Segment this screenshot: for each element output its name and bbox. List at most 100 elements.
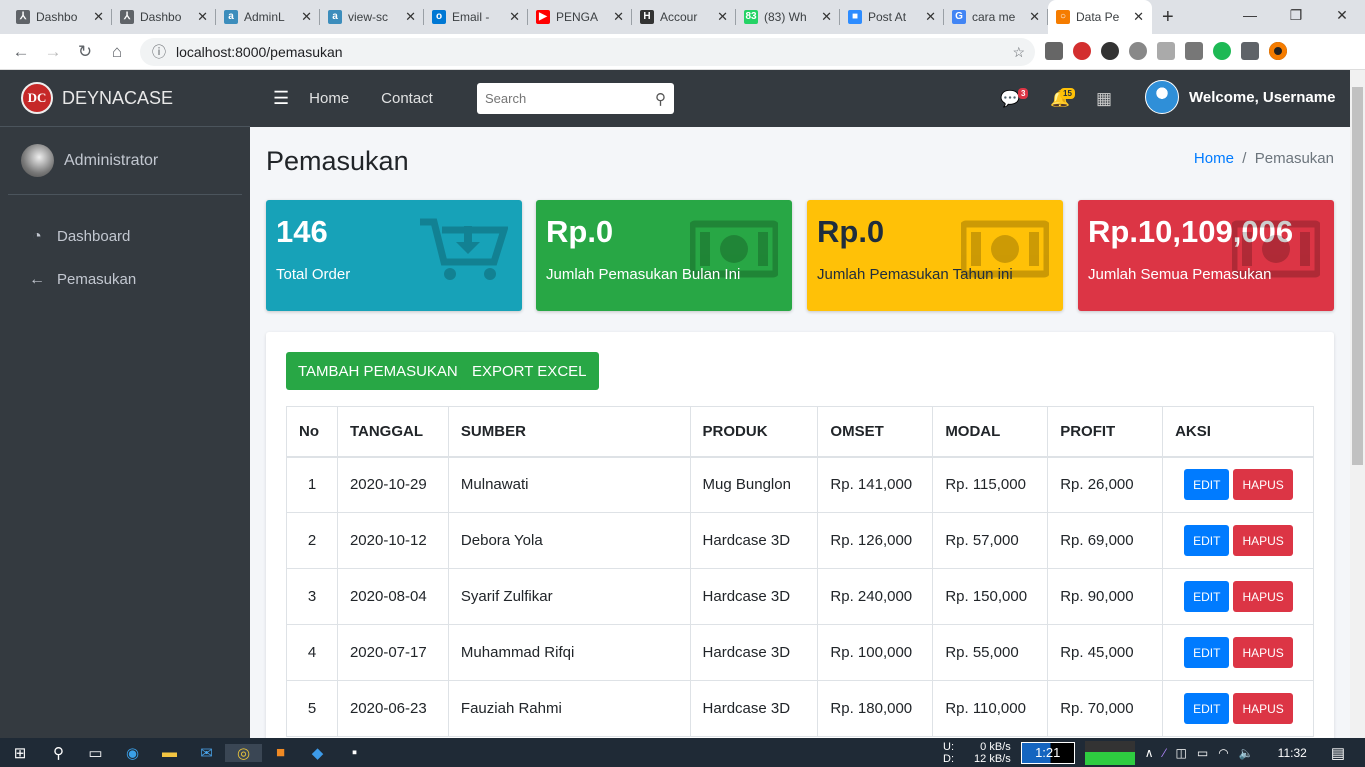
sidebar-item-pemasukan[interactable]: ← Pemasukan bbox=[0, 258, 250, 301]
table-row: 2 2020-10-12 Debora Yola Hardcase 3D Rp. 126… bbox=[286, 512, 1314, 569]
opera-icon[interactable] bbox=[1073, 42, 1091, 60]
brand-name: DEYNACASE bbox=[62, 87, 174, 108]
edit-button[interactable]: EDIT bbox=[1184, 637, 1230, 668]
tab-close-icon[interactable]: ✕ bbox=[925, 9, 936, 25]
tab-close-icon[interactable]: ✕ bbox=[1029, 9, 1040, 25]
image-extension-icon[interactable] bbox=[1185, 42, 1203, 60]
breadcrumb-home[interactable]: Home bbox=[1194, 150, 1234, 167]
browser-tab[interactable]: a AdminL ✕ bbox=[216, 0, 320, 34]
battery-icon[interactable]: ▭ bbox=[1197, 746, 1208, 760]
search-input[interactable] bbox=[485, 91, 635, 106]
user-panel[interactable]: Administrator bbox=[8, 127, 242, 195]
k-extension-icon[interactable] bbox=[1101, 42, 1119, 60]
close-window-button[interactable]: ✕ bbox=[1319, 0, 1365, 30]
messages-button[interactable]: 💬 3 bbox=[1000, 70, 1029, 127]
new-tab-button[interactable]: + bbox=[1162, 6, 1174, 29]
sublime-icon[interactable]: ■ bbox=[262, 744, 299, 761]
tab-close-icon[interactable]: ✕ bbox=[613, 9, 624, 25]
delete-button[interactable]: HAPUS bbox=[1233, 637, 1293, 668]
extension-icon[interactable] bbox=[1129, 42, 1147, 60]
tab-close-icon[interactable]: ✕ bbox=[93, 9, 104, 25]
address-bar: ← → ↻ ⌂ ⓘ localhost:8000/pemasukan ☆ bbox=[0, 34, 1365, 70]
table-cell: Hardcase 3D bbox=[689, 680, 819, 737]
notification-center-icon[interactable]: ▤ bbox=[1331, 744, 1345, 762]
url-field[interactable]: ⓘ localhost:8000/pemasukan ☆ bbox=[140, 38, 1035, 66]
windows-start-icon[interactable]: ⊞ bbox=[0, 744, 40, 762]
home-icon[interactable]: ⌂ bbox=[101, 42, 133, 62]
reload-icon[interactable]: ↻ bbox=[69, 42, 101, 62]
column-header: PRODUK bbox=[689, 406, 819, 458]
mail-icon[interactable]: ✉ bbox=[188, 744, 225, 762]
edit-button[interactable]: EDIT bbox=[1184, 469, 1230, 501]
tab-close-icon[interactable]: ✕ bbox=[301, 9, 312, 25]
apps-button[interactable]: ▦ bbox=[1096, 70, 1112, 127]
file-explorer-icon[interactable]: ▬ bbox=[151, 744, 188, 761]
browser-tab[interactable]: 83 (83) Wh ✕ bbox=[736, 0, 840, 34]
scrollbar-thumb[interactable] bbox=[1352, 87, 1363, 465]
table-cell: Muhammad Rifqi bbox=[447, 624, 691, 681]
delete-button[interactable]: HAPUS bbox=[1233, 581, 1293, 612]
sidebar-item-dashboard[interactable]: ◔ Dashboard bbox=[0, 215, 250, 258]
extension-icon[interactable] bbox=[1045, 42, 1063, 60]
delete-button[interactable]: HAPUS bbox=[1233, 525, 1293, 556]
nav-home-link[interactable]: Home bbox=[309, 90, 349, 107]
bookmark-star-icon[interactable]: ☆ bbox=[1012, 44, 1025, 61]
camera-icon[interactable]: ◫ bbox=[1176, 746, 1187, 760]
forward-icon[interactable]: → bbox=[37, 42, 69, 62]
cart-download-icon bbox=[420, 218, 508, 280]
breadcrumb: Home / Pemasukan bbox=[1193, 150, 1334, 167]
clock[interactable]: 11:32 bbox=[1278, 746, 1307, 760]
wifi-icon[interactable]: ◠ bbox=[1218, 746, 1228, 760]
add-income-button[interactable]: TAMBAH PEMASUKAN bbox=[286, 352, 470, 390]
task-view-icon[interactable]: ▭ bbox=[77, 744, 114, 762]
browser-tab[interactable]: a view-sc ✕ bbox=[320, 0, 424, 34]
tab-close-icon[interactable]: ✕ bbox=[509, 9, 520, 25]
volume-icon[interactable]: 🔈 bbox=[1239, 746, 1254, 760]
edge-icon[interactable]: ◉ bbox=[114, 744, 151, 762]
search-icon[interactable]: ⚲ bbox=[655, 90, 666, 108]
vscode-icon[interactable]: ◆ bbox=[299, 744, 336, 762]
search-icon[interactable]: ⚲ bbox=[40, 744, 77, 762]
delete-button[interactable]: HAPUS bbox=[1233, 469, 1293, 501]
browser-tab[interactable]: H Accour ✕ bbox=[632, 0, 736, 34]
restore-button[interactable]: ❐ bbox=[1273, 0, 1319, 30]
brand[interactable]: DC DEYNACASE bbox=[0, 70, 250, 127]
browser-tab[interactable]: ⅄ Dashbo ✕ bbox=[8, 0, 112, 34]
terminal-icon[interactable]: ▪ bbox=[336, 744, 373, 761]
edit-button[interactable]: EDIT bbox=[1184, 693, 1230, 724]
chevron-up-icon[interactable]: ∧ bbox=[1145, 746, 1154, 760]
nav-contact-link[interactable]: Contact bbox=[381, 90, 433, 107]
puzzle-icon[interactable] bbox=[1241, 42, 1259, 60]
tab-close-icon[interactable]: ✕ bbox=[405, 9, 416, 25]
browser-tab[interactable]: ▶ PENGA ✕ bbox=[528, 0, 632, 34]
chrome-icon[interactable]: ◎ bbox=[225, 743, 262, 762]
browser-tab[interactable]: ○ Data Pe ✕ bbox=[1048, 0, 1152, 34]
browser-tab[interactable]: ■ Post At ✕ bbox=[840, 0, 944, 34]
back-icon[interactable]: ← bbox=[5, 42, 37, 62]
code-extension-icon[interactable] bbox=[1157, 42, 1175, 60]
minimize-button[interactable]: — bbox=[1227, 0, 1273, 30]
feather-icon[interactable]: ⁄ bbox=[1164, 746, 1166, 760]
profile-icon[interactable] bbox=[1269, 42, 1287, 60]
tab-close-icon[interactable]: ✕ bbox=[1133, 9, 1144, 25]
tab-close-icon[interactable]: ✕ bbox=[717, 9, 728, 25]
page-scrollbar[interactable] bbox=[1350, 70, 1365, 738]
tab-close-icon[interactable]: ✕ bbox=[197, 9, 208, 25]
user-menu[interactable]: Welcome, Username bbox=[1145, 80, 1335, 114]
export-excel-button[interactable]: EXPORT EXCEL bbox=[460, 352, 599, 390]
browser-tab[interactable]: Gcara me ✕ bbox=[944, 0, 1048, 34]
table-row: 3 2020-08-04 Syarif Zulfikar Hardcase 3D Rp.… bbox=[286, 568, 1314, 625]
edit-button[interactable]: EDIT bbox=[1184, 581, 1230, 612]
tab-close-icon[interactable]: ✕ bbox=[821, 9, 832, 25]
notifications-button[interactable]: 🔔 15 bbox=[1050, 70, 1075, 127]
info-icon[interactable]: ⓘ bbox=[152, 42, 166, 62]
comments-icon: 💬 bbox=[1000, 90, 1020, 108]
delete-button[interactable]: HAPUS bbox=[1233, 693, 1293, 724]
edit-button[interactable]: EDIT bbox=[1184, 525, 1230, 556]
browser-tab[interactable]: ⅄ Dashbo ✕ bbox=[112, 0, 216, 34]
extension-icon[interactable] bbox=[1213, 42, 1231, 60]
column-header: SUMBER bbox=[447, 406, 691, 458]
table-cell: 2020-08-04 bbox=[336, 568, 449, 625]
menu-toggle-icon[interactable]: ☰ bbox=[273, 88, 289, 109]
browser-tab[interactable]: o Email - ✕ bbox=[424, 0, 528, 34]
